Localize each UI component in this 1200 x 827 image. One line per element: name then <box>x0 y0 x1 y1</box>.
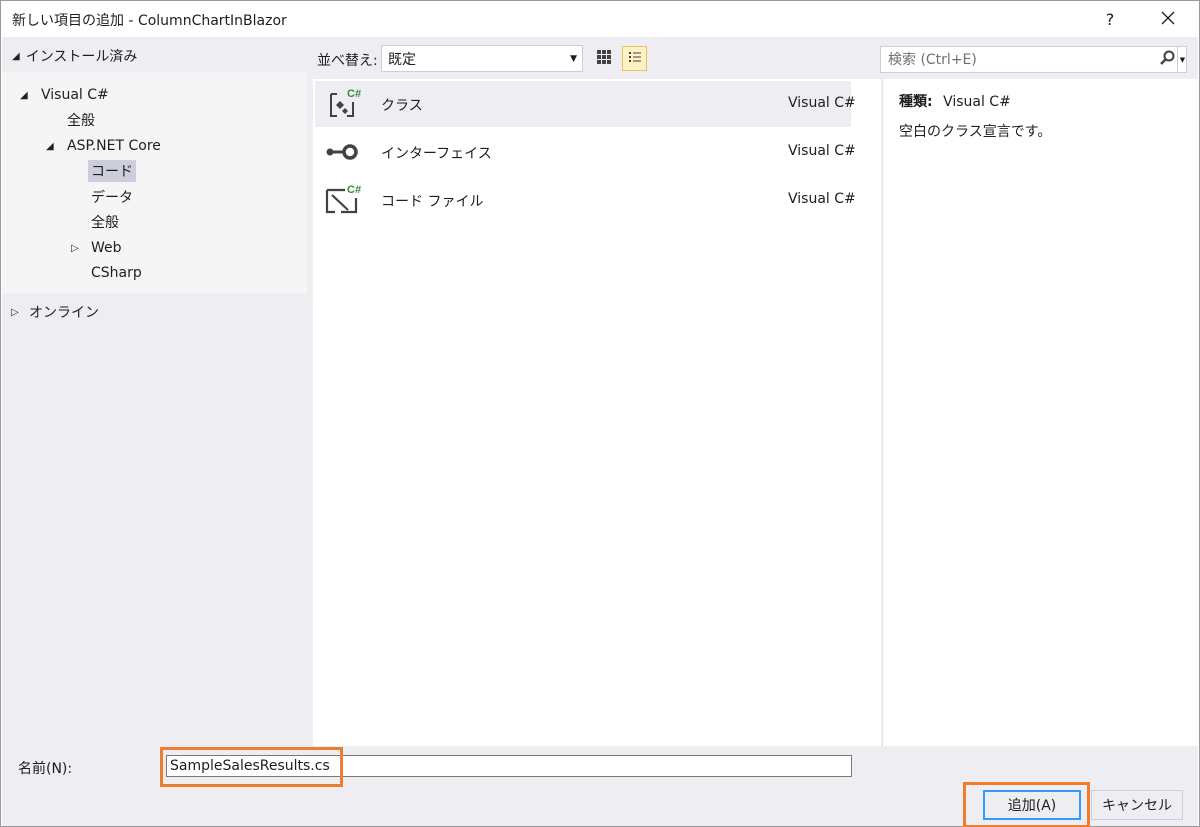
template-language: Visual C# <box>788 95 856 111</box>
template-name: クラス <box>381 98 423 114</box>
template-row-code-file[interactable]: C# コード ファイル Visual C# <box>315 177 856 223</box>
tree-item-label: Visual C# <box>41 87 109 103</box>
installed-header[interactable]: ◢ インストール済み <box>2 41 308 71</box>
template-language: Visual C# <box>788 143 856 159</box>
detail-type-value: Visual C# <box>943 94 1011 110</box>
tree-item-label: 全般 <box>67 113 95 129</box>
collapsed-arrow-icon: ▷ <box>11 306 19 318</box>
sort-value: 既定 <box>388 51 416 68</box>
title-bar: 新しい項目の追加 - ColumnChartInBlazor ? <box>1 1 1199 37</box>
tree-item-label: 全般 <box>91 215 119 231</box>
code-file-icon: C# <box>323 182 363 218</box>
tree-item-label: CSharp <box>91 265 142 281</box>
tree-item-visual-csharp[interactable]: ◢ Visual C# <box>20 84 109 106</box>
search-options-button[interactable]: ▼ <box>1177 47 1187 72</box>
svg-text:C#: C# <box>347 88 361 100</box>
grid-view-icon <box>596 49 612 69</box>
tree-item-web[interactable]: ▷ Web <box>71 237 122 259</box>
chevron-down-icon: ▼ <box>1179 55 1186 64</box>
tree-item-label: コード <box>88 160 136 182</box>
expanded-arrow-icon: ◢ <box>12 50 20 62</box>
dialog-body: ◢ インストール済み ◢ Visual C# 全般 ◢ ASP.NET Core… <box>2 37 1198 746</box>
template-name: インターフェイス <box>381 146 492 162</box>
expanded-arrow-icon: ◢ <box>20 89 28 101</box>
tree-item-label: Web <box>91 240 122 256</box>
tree-item-csharp[interactable]: CSharp <box>91 262 142 284</box>
name-input[interactable] <box>166 755 852 777</box>
name-label: 名前(N): <box>18 761 73 777</box>
tree-item-code[interactable]: コード <box>88 160 136 182</box>
add-button[interactable]: 追加(A) <box>983 790 1081 820</box>
detail-type-label: 種類: <box>899 94 933 110</box>
tree-item-general-2[interactable]: 全般 <box>91 211 119 233</box>
detail-type: 種類: Visual C# <box>899 91 1011 111</box>
toolbar: 並べ替え: 既定 ▼ <box>313 45 873 73</box>
interface-icon <box>323 134 363 170</box>
tree-item-general[interactable]: 全般 <box>67 109 95 131</box>
category-tree: ◢ Visual C# 全般 ◢ ASP.NET Core コード データ 全般 <box>2 72 307 294</box>
search-icon <box>1159 50 1175 70</box>
window-title: 新しい項目の追加 - ColumnChartInBlazor <box>12 13 287 29</box>
tree-item-online[interactable]: ▷ オンライン <box>11 301 99 323</box>
list-view-button[interactable] <box>622 46 647 71</box>
expanded-arrow-icon: ◢ <box>46 140 54 152</box>
sort-label: 並べ替え: <box>317 53 378 69</box>
search-box: ▼ <box>880 46 1187 73</box>
search-button[interactable] <box>1157 49 1177 70</box>
template-language: Visual C# <box>788 191 856 207</box>
tree-item-aspnet-core[interactable]: ◢ ASP.NET Core <box>46 135 161 157</box>
installed-label: インストール済み <box>25 49 138 65</box>
online-label: オンライン <box>29 305 99 321</box>
cancel-button[interactable]: キャンセル <box>1091 790 1183 820</box>
list-view-icon <box>627 49 643 69</box>
detail-description: 空白のクラス宣言です。 <box>899 124 1052 140</box>
chevron-down-icon: ▼ <box>570 54 577 64</box>
tree-item-data[interactable]: データ <box>91 186 133 208</box>
tree-item-label: データ <box>91 190 133 206</box>
close-icon <box>1161 10 1175 29</box>
template-row-interface[interactable]: インターフェイス Visual C# <box>315 129 856 175</box>
close-button[interactable] <box>1145 1 1191 37</box>
bottom-bar: 名前(N): 追加(A) キャンセル <box>2 746 1198 827</box>
collapsed-arrow-icon: ▷ <box>71 242 79 254</box>
class-icon: C# <box>323 86 363 122</box>
tree-item-label: ASP.NET Core <box>67 138 161 154</box>
sort-dropdown[interactable]: 既定 ▼ <box>381 45 583 72</box>
category-panel: ◢ インストール済み ◢ Visual C# 全般 ◢ ASP.NET Core… <box>2 37 308 746</box>
template-row-class[interactable]: C# クラス Visual C# <box>315 81 856 127</box>
details-panel: 種類: Visual C# 空白のクラス宣言です。 <box>882 79 1198 746</box>
help-button[interactable]: ? <box>1087 1 1133 37</box>
search-input[interactable] <box>881 47 1157 72</box>
template-name: コード ファイル <box>381 194 484 210</box>
add-new-item-dialog: 新しい項目の追加 - ColumnChartInBlazor ? ◢ インストー… <box>0 0 1200 827</box>
grid-view-button[interactable] <box>591 46 616 71</box>
template-list: C# クラス Visual C# インターフェイス Visual C# C# コ… <box>313 79 881 746</box>
svg-text:C#: C# <box>347 184 361 196</box>
